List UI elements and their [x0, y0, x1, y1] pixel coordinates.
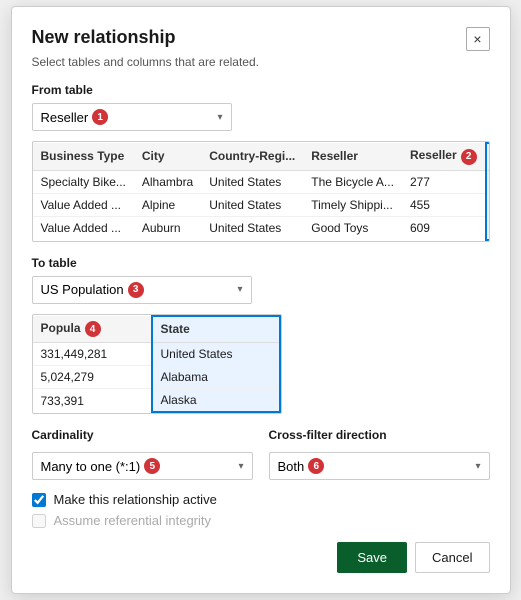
- from-table-badge: 1: [92, 109, 108, 125]
- from-table-header-row: Business Type City Country-Regi... Resel…: [33, 143, 490, 170]
- col-reseller: Reseller: [303, 143, 402, 170]
- col-country-region: Country-Regi...: [201, 143, 303, 170]
- cell-state-province: California: [486, 216, 490, 240]
- to-table-dropdown[interactable]: US Population 3 ▾: [32, 276, 252, 304]
- from-table-preview: Business Type City Country-Regi... Resel…: [32, 141, 490, 242]
- new-relationship-modal: New relationship × Select tables and col…: [11, 6, 511, 594]
- to-table-badge: 3: [128, 282, 144, 298]
- cardinality-group: Cardinality Many to one (*:1) 5 ▾: [32, 428, 253, 480]
- from-table-label: From table: [32, 83, 490, 97]
- col-population: Popula4: [33, 316, 152, 343]
- to-table-value-row: US Population 3: [41, 282, 144, 298]
- cell-state-province: California: [486, 193, 490, 216]
- crossfilter-dropdown[interactable]: Both 6 ▾: [269, 452, 490, 480]
- crossfilter-chevron-icon: ▾: [475, 461, 480, 472]
- from-table-dropdown[interactable]: Reseller 1 ▾: [32, 103, 232, 131]
- cancel-button[interactable]: Cancel: [415, 542, 489, 573]
- table-row: 733,391 Alaska: [33, 389, 280, 413]
- to-table-chevron-icon: ▾: [237, 284, 242, 295]
- cardinality-crossfilter-section: Cardinality Many to one (*:1) 5 ▾ Cross-…: [32, 428, 490, 480]
- to-table-label: To table: [32, 256, 490, 270]
- cell-business-type: Value Added ...: [33, 193, 134, 216]
- population-badge: 4: [85, 321, 101, 337]
- to-table-value: US Population: [41, 282, 124, 297]
- crossfilter-label: Cross-filter direction: [269, 428, 490, 442]
- cell-reseller-num: 455: [402, 193, 486, 216]
- cell-population: 733,391: [33, 389, 152, 413]
- modal-header: New relationship ×: [32, 27, 490, 51]
- cardinality-badge: 5: [144, 458, 160, 474]
- cell-city: Alpine: [134, 193, 201, 216]
- cell-state: Alabama: [152, 366, 280, 389]
- crossfilter-value-row: Both 6: [278, 458, 325, 474]
- cell-country: United States: [201, 193, 303, 216]
- col-business-type: Business Type: [33, 143, 134, 170]
- crossfilter-badge: 6: [308, 458, 324, 474]
- cell-reseller-num: 277: [402, 170, 486, 193]
- referential-integrity-label: Assume referential integrity: [54, 513, 212, 528]
- cell-city: Auburn: [134, 216, 201, 240]
- to-table-header-row: Popula4 State: [33, 316, 280, 343]
- cell-business-type: Specialty Bike...: [33, 170, 134, 193]
- col-city: City: [134, 143, 201, 170]
- cell-reseller-name: Timely Shippi...: [303, 193, 402, 216]
- crossfilter-group: Cross-filter direction Both 6 ▾: [269, 428, 490, 480]
- modal-subtitle: Select tables and columns that are relat…: [32, 55, 490, 69]
- from-table-data: Business Type City Country-Regi... Resel…: [33, 142, 490, 241]
- table-row: Value Added ... Alpine United States Tim…: [33, 193, 490, 216]
- active-relationship-label: Make this relationship active: [54, 492, 217, 507]
- from-table-value: Reseller: [41, 110, 89, 125]
- col-reseller-num: Reseller2: [402, 143, 486, 170]
- table-row: 331,449,281 United States: [33, 343, 280, 366]
- active-relationship-row: Make this relationship active: [32, 492, 490, 507]
- cardinality-value: Many to one (*:1): [41, 459, 141, 474]
- close-button[interactable]: ×: [466, 27, 490, 51]
- modal-title: New relationship: [32, 27, 176, 48]
- col-state[interactable]: State: [152, 316, 280, 343]
- table-row: 5,024,279 Alabama: [33, 366, 280, 389]
- cell-reseller-name: Good Toys: [303, 216, 402, 240]
- referential-integrity-checkbox[interactable]: [32, 514, 46, 528]
- referential-integrity-row: Assume referential integrity: [32, 513, 490, 528]
- cell-population: 5,024,279: [33, 366, 152, 389]
- cell-reseller-num: 609: [402, 216, 486, 240]
- save-button[interactable]: Save: [337, 542, 407, 573]
- cell-state: United States: [152, 343, 280, 366]
- cardinality-label: Cardinality: [32, 428, 253, 442]
- cell-state: Alaska: [152, 389, 280, 413]
- cardinality-dropdown[interactable]: Many to one (*:1) 5 ▾: [32, 452, 253, 480]
- to-table-data: Popula4 State 331,449,281 United States …: [33, 315, 281, 414]
- cell-reseller-name: The Bicycle A...: [303, 170, 402, 193]
- cell-state-province: California: [486, 170, 490, 193]
- active-relationship-checkbox[interactable]: [32, 493, 46, 507]
- cardinality-value-row: Many to one (*:1) 5: [41, 458, 161, 474]
- cell-country: United States: [201, 170, 303, 193]
- cell-city: Alhambra: [134, 170, 201, 193]
- table-row: Specialty Bike... Alhambra United States…: [33, 170, 490, 193]
- to-table-preview: Popula4 State 331,449,281 United States …: [32, 314, 282, 415]
- from-table-value-row: Reseller 1: [41, 109, 109, 125]
- from-table-chevron-icon: ▾: [217, 112, 222, 123]
- cell-business-type: Value Added ...: [33, 216, 134, 240]
- table-row: Value Added ... Auburn United States Goo…: [33, 216, 490, 240]
- reseller-badge: 2: [461, 149, 477, 165]
- crossfilter-value: Both: [278, 459, 305, 474]
- cardinality-chevron-icon: ▾: [238, 461, 243, 472]
- cell-country: United States: [201, 216, 303, 240]
- col-state-province[interactable]: State-Province: [486, 143, 490, 170]
- footer-buttons: Save Cancel: [32, 542, 490, 573]
- cell-population: 331,449,281: [33, 343, 152, 366]
